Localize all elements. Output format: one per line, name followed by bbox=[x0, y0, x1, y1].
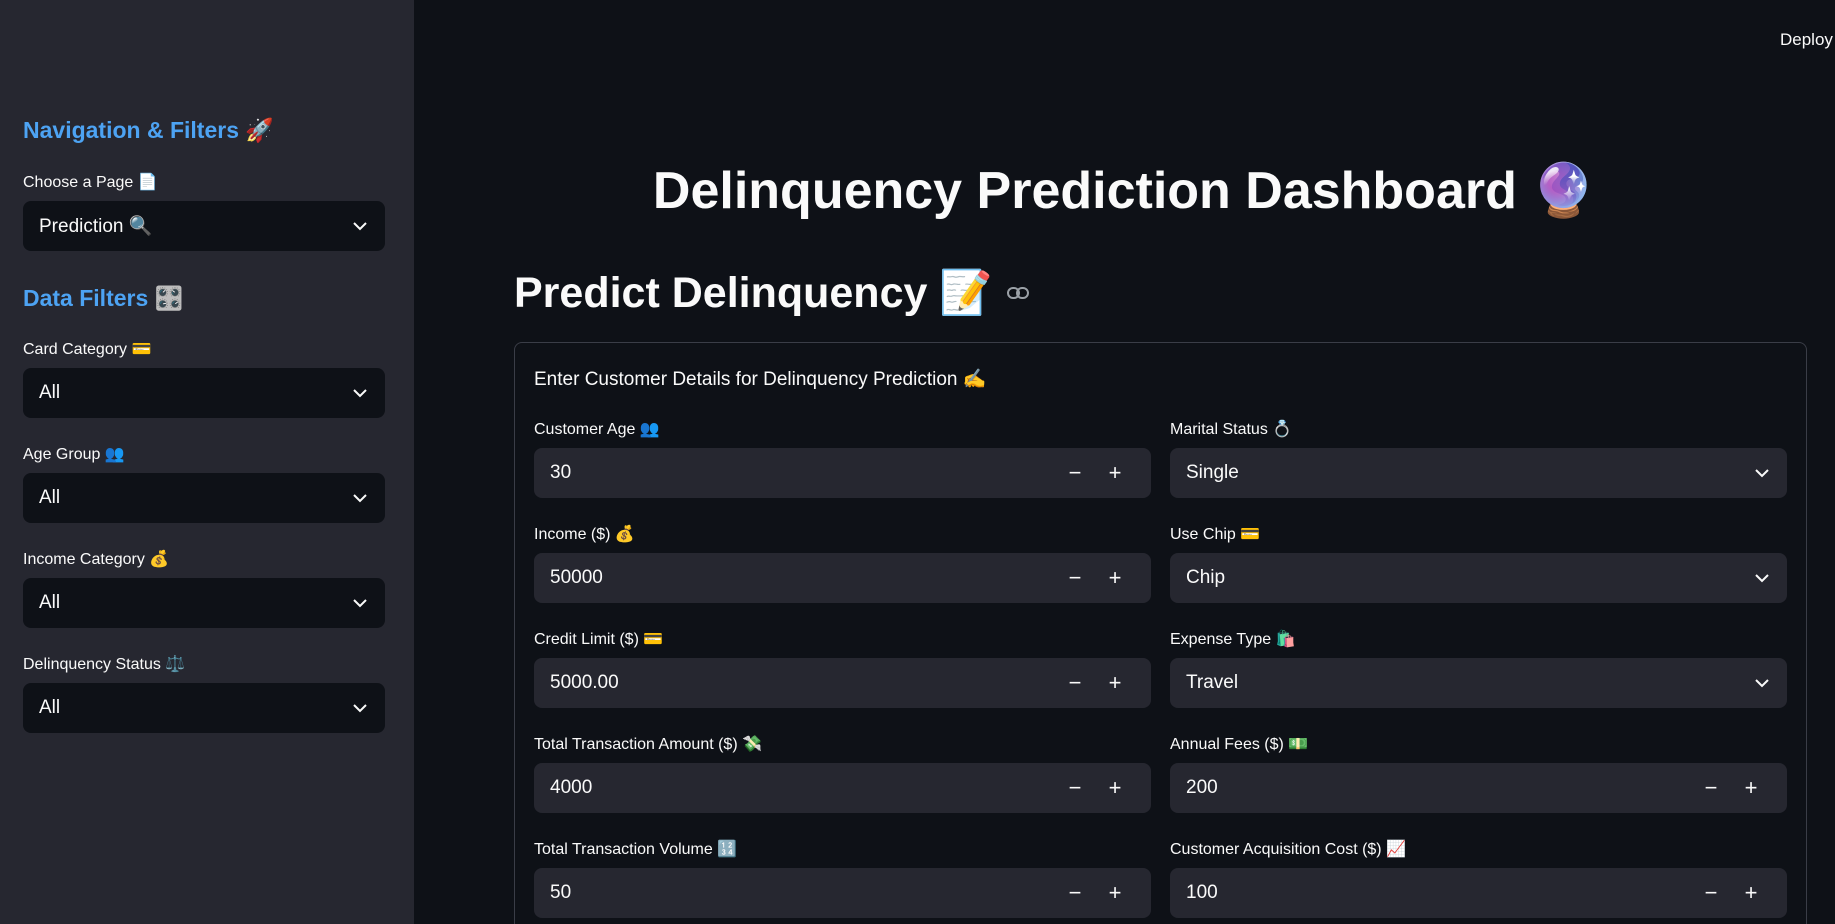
customer-acquisition-cost-input[interactable]: 100 − + bbox=[1170, 868, 1787, 918]
marital-status-label: Marital Status 💍 bbox=[1170, 421, 1293, 438]
quantity-stepper: − + bbox=[1691, 868, 1771, 918]
age-group-label: Age Group 👥 bbox=[23, 446, 125, 463]
minus-icon[interactable]: − bbox=[1691, 868, 1731, 918]
plus-icon[interactable]: + bbox=[1095, 763, 1135, 813]
total-transaction-amount-input[interactable]: 4000 − + bbox=[534, 763, 1151, 813]
page-select-label: Choose a Page 📄 bbox=[23, 174, 158, 191]
total-transaction-volume-value: 50 bbox=[550, 882, 572, 903]
minus-icon[interactable]: − bbox=[1055, 553, 1095, 603]
chevron-down-icon bbox=[351, 384, 369, 402]
section-heading: Predict Delinquency 📝 bbox=[514, 268, 1029, 318]
expense-type-select[interactable]: Travel bbox=[1170, 658, 1787, 708]
total-transaction-volume-input[interactable]: 50 − + bbox=[534, 868, 1151, 918]
deploy-button[interactable]: Deploy bbox=[1780, 30, 1833, 50]
marital-status-select[interactable]: Single bbox=[1170, 448, 1787, 498]
plus-icon[interactable]: + bbox=[1095, 553, 1135, 603]
quantity-stepper: − + bbox=[1055, 553, 1135, 603]
card-category-select[interactable]: All bbox=[23, 368, 385, 418]
age-group-value: All bbox=[39, 487, 61, 508]
customer-age-input[interactable]: 30 − + bbox=[534, 448, 1151, 498]
quantity-stepper: − + bbox=[1691, 763, 1771, 813]
minus-icon[interactable]: − bbox=[1055, 658, 1095, 708]
customer-age-label: Customer Age 👥 bbox=[534, 421, 660, 438]
minus-icon[interactable]: − bbox=[1055, 448, 1095, 498]
customer-acquisition-cost-value: 100 bbox=[1186, 882, 1218, 903]
page-title: Delinquency Prediction Dashboard 🔮 bbox=[652, 162, 1597, 220]
delinquency-status-value: All bbox=[39, 697, 61, 718]
chevron-down-icon bbox=[1753, 464, 1771, 482]
quantity-stepper: − + bbox=[1055, 658, 1135, 708]
income-category-select[interactable]: All bbox=[23, 578, 385, 628]
plus-icon[interactable]: + bbox=[1731, 763, 1771, 813]
plus-icon[interactable]: + bbox=[1095, 868, 1135, 918]
section-title-text: Predict Delinquency 📝 bbox=[514, 269, 993, 317]
chevron-down-icon bbox=[1753, 674, 1771, 692]
income-category-value: All bbox=[39, 592, 61, 613]
sidebar-nav-heading: Navigation & Filters 🚀 bbox=[23, 117, 275, 143]
credit-limit-label: Credit Limit ($) 💳 bbox=[534, 631, 664, 648]
page-select-value: Prediction 🔍 bbox=[39, 216, 153, 237]
total-transaction-volume-label: Total Transaction Volume 🔢 bbox=[534, 841, 738, 858]
customer-age-value: 30 bbox=[550, 462, 572, 483]
annual-fees-value: 200 bbox=[1186, 777, 1218, 798]
minus-icon[interactable]: − bbox=[1691, 763, 1731, 813]
chevron-down-icon bbox=[1753, 569, 1771, 587]
age-group-select[interactable]: All bbox=[23, 473, 385, 523]
chevron-down-icon bbox=[351, 217, 369, 235]
quantity-stepper: − + bbox=[1055, 763, 1135, 813]
form-caption: Enter Customer Details for Delinquency P… bbox=[534, 369, 987, 390]
expense-type-label: Expense Type 🛍️ bbox=[1170, 631, 1296, 648]
prediction-form: Enter Customer Details for Delinquency P… bbox=[514, 342, 1807, 924]
plus-icon[interactable]: + bbox=[1095, 658, 1135, 708]
card-category-label: Card Category 💳 bbox=[23, 341, 152, 358]
use-chip-value: Chip bbox=[1186, 567, 1226, 588]
income-input[interactable]: 50000 − + bbox=[534, 553, 1151, 603]
quantity-stepper: − + bbox=[1055, 448, 1135, 498]
chevron-down-icon bbox=[351, 594, 369, 612]
total-transaction-amount-value: 4000 bbox=[550, 777, 593, 798]
annual-fees-label: Annual Fees ($) 💵 bbox=[1170, 736, 1309, 753]
credit-limit-input[interactable]: 5000.00 − + bbox=[534, 658, 1151, 708]
page-select[interactable]: Prediction 🔍 bbox=[23, 201, 385, 251]
annual-fees-input[interactable]: 200 − + bbox=[1170, 763, 1787, 813]
chevron-down-icon bbox=[351, 699, 369, 717]
minus-icon[interactable]: − bbox=[1055, 868, 1095, 918]
chevron-down-icon bbox=[351, 489, 369, 507]
sidebar-filters-heading: Data Filters 🎛️ bbox=[23, 285, 184, 311]
income-label: Income ($) 💰 bbox=[534, 526, 635, 543]
plus-icon[interactable]: + bbox=[1731, 868, 1771, 918]
use-chip-label: Use Chip 💳 bbox=[1170, 526, 1261, 543]
app-root: Navigation & Filters 🚀 Choose a Page 📄 P… bbox=[0, 0, 1835, 924]
use-chip-select[interactable]: Chip bbox=[1170, 553, 1787, 603]
card-category-value: All bbox=[39, 382, 61, 403]
link-icon[interactable] bbox=[1006, 286, 1029, 300]
plus-icon[interactable]: + bbox=[1095, 448, 1135, 498]
total-transaction-amount-label: Total Transaction Amount ($) 💸 bbox=[534, 736, 763, 753]
delinquency-status-label: Delinquency Status ⚖️ bbox=[23, 656, 186, 673]
marital-status-value: Single bbox=[1186, 462, 1239, 483]
credit-limit-value: 5000.00 bbox=[550, 672, 619, 693]
sidebar: Navigation & Filters 🚀 Choose a Page 📄 P… bbox=[0, 0, 414, 924]
delinquency-status-select[interactable]: All bbox=[23, 683, 385, 733]
quantity-stepper: − + bbox=[1055, 868, 1135, 918]
customer-acquisition-cost-label: Customer Acquisition Cost ($) 📈 bbox=[1170, 841, 1406, 858]
income-value: 50000 bbox=[550, 567, 603, 588]
income-category-label: Income Category 💰 bbox=[23, 551, 170, 568]
expense-type-value: Travel bbox=[1186, 672, 1239, 693]
minus-icon[interactable]: − bbox=[1055, 763, 1095, 813]
